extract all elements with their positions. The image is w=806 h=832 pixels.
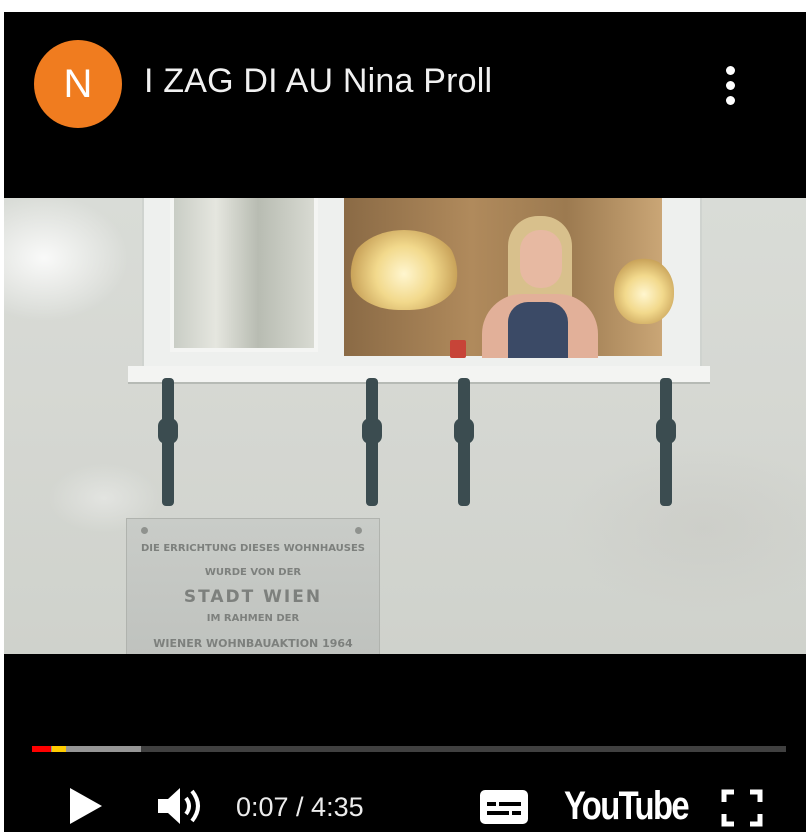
progress-bar[interactable] — [32, 746, 786, 752]
sill-bracket — [158, 378, 178, 506]
time-display: 0:07 / 4:35 — [236, 792, 364, 822]
subtitles-button[interactable] — [478, 786, 530, 828]
plaque-line: STADT WIEN — [183, 587, 323, 607]
volume-icon — [158, 788, 200, 824]
window-sill — [128, 366, 710, 384]
chandelier — [614, 258, 674, 324]
sill-bracket — [656, 378, 676, 506]
play-button[interactable] — [66, 782, 106, 830]
video-frame[interactable]: DIE ERRICHTUNG DIESES WOHNHAUSES WURDE V… — [4, 198, 806, 654]
wall-plaque: DIE ERRICHTUNG DIESES WOHNHAUSES WURDE V… — [126, 518, 380, 654]
fullscreen-button[interactable] — [718, 786, 766, 830]
play-icon — [70, 788, 102, 824]
plaque-line: IM RAHMEN DER — [206, 613, 300, 624]
ad-marker — [52, 746, 66, 752]
window-pane-left — [170, 198, 318, 352]
youtube-logo[interactable]: YouTube — [564, 784, 690, 829]
plaque-line: WURDE VON DER — [204, 567, 302, 578]
plaque-line: WIENER WOHNBAUAKTION 1964 — [153, 637, 353, 650]
more-vert-icon[interactable] — [716, 64, 746, 106]
avatar-letter: N — [63, 61, 93, 106]
woman-at-window — [478, 216, 598, 358]
drink-can — [450, 340, 466, 358]
player-header: N I ZAG DI AU Nina Proll — [4, 12, 806, 198]
progress-played — [32, 746, 51, 752]
channel-avatar[interactable]: N — [34, 40, 122, 128]
subtitles-icon — [480, 790, 528, 824]
volume-button[interactable] — [154, 782, 206, 830]
video-title[interactable]: I ZAG DI AU Nina Proll — [144, 62, 492, 101]
fullscreen-icon — [721, 789, 763, 827]
plaque-line: DIE ERRICHTUNG DIESES WOHNHAUSES — [141, 543, 365, 554]
sill-bracket — [454, 378, 474, 506]
player-controls: 0:07 / 4:35 YouTube — [4, 654, 806, 832]
sill-bracket — [362, 378, 382, 506]
video-player[interactable]: N I ZAG DI AU Nina Proll DIE ERRICHTUNG … — [4, 12, 806, 832]
chandelier — [349, 230, 459, 310]
